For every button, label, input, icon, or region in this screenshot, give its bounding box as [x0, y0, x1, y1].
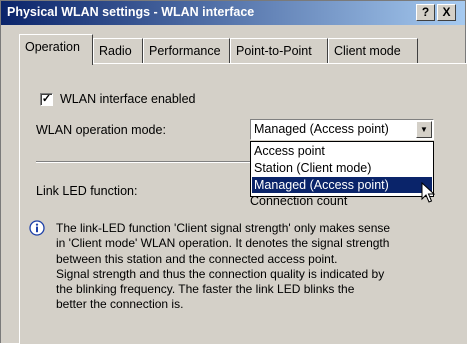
option-managed-access-point[interactable]: Managed (Access point): [252, 177, 432, 193]
mouse-pointer-icon: [421, 182, 435, 203]
tab-panel-operation: ✓ WLAN interface enabled WLAN operation …: [19, 63, 467, 344]
led-function-label: Link LED function:: [36, 184, 138, 198]
dialog-window: Physical WLAN settings - WLAN interface …: [0, 0, 467, 344]
help-button[interactable]: ?: [416, 4, 435, 21]
wlan-enabled-checkbox[interactable]: ✓: [40, 93, 53, 106]
option-access-point[interactable]: Access point: [252, 143, 432, 159]
tab-client-mode[interactable]: Client mode: [328, 38, 418, 64]
tab-radio[interactable]: Radio: [93, 38, 143, 64]
tab-performance[interactable]: Performance: [143, 38, 230, 64]
operation-mode-select[interactable]: Managed (Access point) ▼: [250, 119, 434, 140]
tab-point-to-point[interactable]: Point-to-Point: [230, 38, 328, 64]
title-bar[interactable]: Physical WLAN settings - WLAN interface …: [1, 1, 465, 25]
window-title: Physical WLAN settings - WLAN interface: [7, 5, 255, 19]
info-text: The link-LED function 'Client signal str…: [56, 221, 456, 313]
chevron-down-icon[interactable]: ▼: [416, 121, 432, 138]
info-line: better the connection is.: [56, 297, 184, 312]
info-line: the blinking frequency. The faster the l…: [56, 282, 355, 297]
wlan-enabled-label: WLAN interface enabled: [60, 92, 196, 106]
info-icon: [29, 220, 45, 236]
info-line: The link-LED function 'Client signal str…: [56, 221, 391, 235]
divider: [36, 161, 264, 163]
tab-operation[interactable]: Operation: [19, 34, 93, 65]
info-line: Signal strength and thus the connection …: [56, 266, 385, 281]
operation-mode-dropdown: Access point Station (Client mode) Manag…: [250, 141, 434, 197]
info-line: in 'Client mode' WLAN operation. It deno…: [56, 236, 390, 251]
operation-mode-label: WLAN operation mode:: [36, 123, 166, 137]
option-station-client-mode[interactable]: Station (Client mode): [252, 160, 432, 176]
operation-mode-value: Managed (Access point): [254, 122, 389, 136]
close-button[interactable]: X: [437, 4, 456, 21]
info-line: between this station and the connected a…: [56, 251, 338, 266]
